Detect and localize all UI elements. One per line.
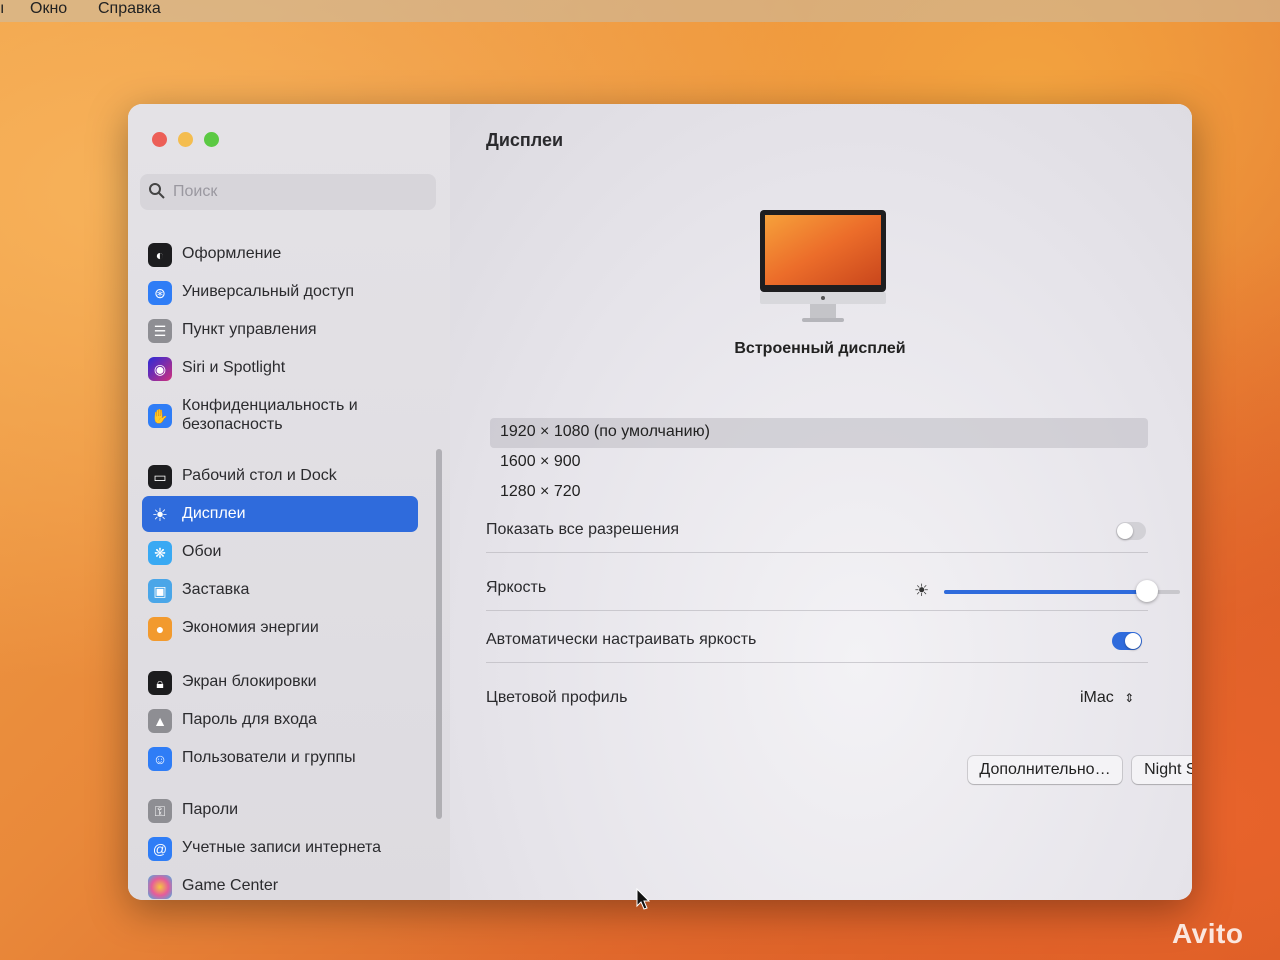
displays-pane: Дисплеи Встроенный дисплей 1920 × 1080 (… <box>450 104 1192 900</box>
settings-window: Поиск ◐ Оформление ⊛ Универсальный досту… <box>128 104 1192 900</box>
wallpaper-icon: ❋ <box>148 541 172 565</box>
sidebar-item-label: Заставка <box>182 581 250 598</box>
sidebar-item-privacy[interactable]: ✋ Конфиденциальность и безопасность <box>142 394 418 438</box>
at-icon: @ <box>148 837 172 861</box>
color-profile-label: Цветовой профиль <box>486 689 628 706</box>
sidebar-item-displays[interactable]: ☀ Дисплеи <box>142 496 418 532</box>
lock-screen-icon: 🔒︎ <box>148 671 172 695</box>
brightness-row: Яркость <box>486 566 1148 611</box>
game-center-icon <box>148 875 172 899</box>
sidebar-item-label: Дисплеи <box>182 505 246 522</box>
sidebar-item-game-center[interactable]: Game Center <box>142 868 418 900</box>
sidebar-item-label: Учетные записи интернета <box>182 839 382 856</box>
auto-brightness-row: Автоматически настраивать яркость <box>486 618 1148 663</box>
menu-item-help[interactable]: Справка <box>98 0 161 18</box>
users-icon: ☺ <box>148 747 172 771</box>
sidebar-item-label: Рабочий стол и Dock <box>182 467 337 484</box>
resolution-label: 1920 × 1080 (по умолчанию) <box>500 423 710 440</box>
sun-small-icon: ☀ <box>914 581 930 600</box>
sidebar-item-label: Пользователи и группы <box>182 749 356 766</box>
menu-item-window[interactable]: Окно <box>30 0 67 18</box>
sidebar-item-accessibility[interactable]: ⊛ Универсальный доступ <box>142 274 418 310</box>
brightness-slider[interactable] <box>944 580 1180 602</box>
sidebar-scrollbar[interactable] <box>436 449 442 819</box>
night-shift-button[interactable]: Night Shift… <box>1132 756 1192 784</box>
imac-display-icon[interactable] <box>758 208 888 328</box>
mouse-cursor-icon <box>636 888 650 910</box>
sidebar-item-label: Оформление <box>182 245 282 262</box>
toggle-knob <box>1117 523 1133 539</box>
sidebar-item-label: Обои <box>182 543 222 560</box>
key-icon: ⚿ <box>148 799 172 823</box>
auto-brightness-toggle[interactable] <box>1112 632 1142 650</box>
search-icon <box>149 183 165 199</box>
dock-icon: ▭ <box>148 465 172 489</box>
sidebar-item-label: Game Center <box>182 877 279 894</box>
sidebar-item-passwords[interactable]: ⚿ Пароли <box>142 792 418 828</box>
sidebar-item-label: Экран блокировки <box>182 673 317 690</box>
sun-icon: ☀ <box>151 504 169 525</box>
sidebar-item-label: Конфиденциальность и безопасность <box>182 397 358 433</box>
control-center-icon: ☰ <box>148 319 172 343</box>
sidebar-item-internet-accounts[interactable]: @ Учетные записи интернета <box>142 830 418 866</box>
show-all-resolutions-toggle[interactable] <box>1116 522 1146 540</box>
siri-icon: ◉ <box>148 357 172 381</box>
screensaver-icon: ▣ <box>148 579 172 603</box>
bulb-icon: ● <box>148 617 172 641</box>
resolution-option[interactable]: 1600 × 900 <box>490 448 1148 478</box>
appearance-icon: ◐ <box>148 243 172 267</box>
sidebar-item-control-center[interactable]: ☰ Пункт управления <box>142 312 418 348</box>
resolution-label: 1600 × 900 <box>500 453 581 470</box>
menu-bar: ı Окно Справка <box>0 0 1280 22</box>
sidebar-item-label: Пункт управления <box>182 321 317 338</box>
minimize-button[interactable] <box>178 132 193 147</box>
avito-watermark: Avito <box>1172 918 1243 950</box>
sidebar-item-lock-screen[interactable]: 🔒︎ Экран блокировки <box>142 664 418 700</box>
show-all-resolutions-label: Показать все разрешения <box>486 521 680 538</box>
sidebar-item-label: Siri и Spotlight <box>182 359 286 376</box>
sidebar-item-siri[interactable]: ◉ Siri и Spotlight <box>142 350 418 386</box>
watermark-text: Avito <box>1172 918 1244 949</box>
display-name: Встроенный дисплей <box>734 340 906 357</box>
show-all-resolutions-row: Показать все разрешения <box>486 508 1148 553</box>
hand-icon: ✋ <box>148 404 172 428</box>
sidebar-item-label: Универсальный доступ <box>182 283 355 300</box>
sidebar-item-desktop-dock[interactable]: ▭ Рабочий стол и Dock <box>142 458 418 494</box>
sidebar-item-label: Экономия энергии <box>182 619 319 636</box>
sidebar-item-label: Пароли <box>182 801 239 818</box>
sidebar-item-screensaver[interactable]: ▣ Заставка <box>142 572 418 608</box>
menu-item-window-partial[interactable]: ı <box>0 0 4 18</box>
brightness-label: Яркость <box>486 579 547 596</box>
advanced-button[interactable]: Дополнительно… <box>968 756 1122 784</box>
toggle-knob <box>1125 633 1141 649</box>
brightness-slider-fill <box>944 590 1147 594</box>
resolution-option[interactable]: 1920 × 1080 (по умолчанию) <box>490 418 1148 448</box>
sidebar-item-label: Пароль для входа <box>182 711 317 728</box>
page-title: Дисплеи <box>486 130 564 150</box>
zoom-button[interactable] <box>204 132 219 147</box>
sidebar-item-appearance[interactable]: ◐ Оформление <box>142 236 418 272</box>
search-field[interactable]: Поиск <box>140 174 436 210</box>
search-placeholder: Поиск <box>173 183 218 200</box>
sidebar-item-energy[interactable]: ● Экономия энергии <box>142 610 418 646</box>
color-profile-value: iMac <box>1080 689 1114 706</box>
sidebar-item-login-password[interactable]: ▲ Пароль для входа <box>142 702 418 738</box>
lock-icon: ▲ <box>148 709 172 733</box>
sidebar-item-wallpaper[interactable]: ❋ Обои <box>142 534 418 570</box>
brightness-slider-knob[interactable] <box>1135 580 1158 602</box>
updown-chevron-icon: ⇕ <box>1124 691 1135 705</box>
sidebar-item-users-groups[interactable]: ☺ Пользователи и группы <box>142 740 418 776</box>
resolution-option[interactable]: 1280 × 720 <box>490 478 1148 508</box>
auto-brightness-label: Автоматически настраивать яркость <box>486 631 757 648</box>
color-profile-select[interactable]: iMac ⇕ <box>1080 689 1134 707</box>
close-button[interactable] <box>152 132 167 147</box>
accessibility-icon: ⊛ <box>148 281 172 305</box>
color-profile-row: Цветовой профиль <box>486 676 1148 720</box>
sidebar: Поиск ◐ Оформление ⊛ Универсальный досту… <box>128 104 450 900</box>
resolution-label: 1280 × 720 <box>500 483 581 500</box>
